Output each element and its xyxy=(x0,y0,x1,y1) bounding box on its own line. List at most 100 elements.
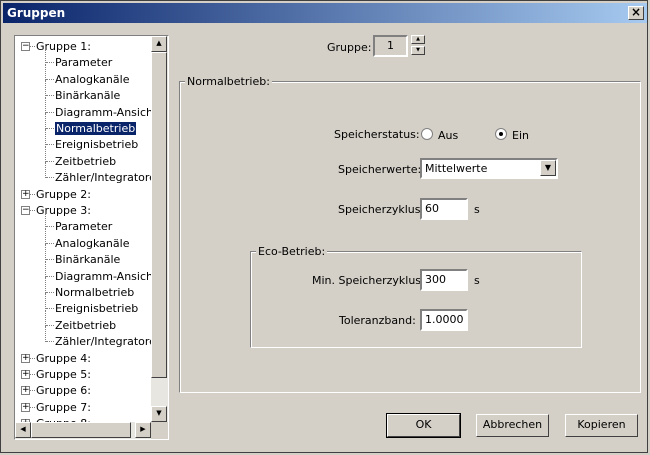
tree-item-label: Parameter xyxy=(55,56,113,69)
scroll-corner xyxy=(151,422,168,439)
copy-button[interactable]: Kopieren xyxy=(565,414,638,437)
speicherwerte-label: Speicherwerte: xyxy=(338,163,422,176)
radio-aus-label[interactable]: Aus xyxy=(438,129,458,142)
expand-icon[interactable]: + xyxy=(21,386,30,395)
scroll-thumb[interactable] xyxy=(151,52,167,378)
tree-connector xyxy=(30,407,35,408)
tree-connector xyxy=(46,62,54,63)
radio-aus[interactable] xyxy=(421,128,433,140)
collapse-icon[interactable]: − xyxy=(21,42,30,51)
tree-item-label: Zeitbetrieb xyxy=(55,155,117,168)
tree-group-item[interactable]: Gruppe 5: xyxy=(36,367,91,383)
tree-child-item[interactable]: Normalbetrieb xyxy=(55,121,137,137)
tree-connector xyxy=(46,276,54,277)
tree-child-item[interactable]: Parameter xyxy=(55,55,112,71)
tree-connector xyxy=(46,325,54,326)
radio-ein[interactable] xyxy=(495,128,507,140)
tree-item-label: Zeitbetrieb xyxy=(55,319,117,332)
tree-child-item[interactable]: Zeitbetrieb xyxy=(55,154,116,170)
tree-child-item[interactable]: Diagramm-Ansicht xyxy=(55,105,151,121)
group-tree[interactable]: − Gruppe 1: Parameter Analogkanäle Binärkanä… xyxy=(14,35,169,440)
tree-item-label: Ereignisbetrieb xyxy=(55,138,139,151)
tree-group-item[interactable]: Gruppe 7: xyxy=(36,400,91,416)
cancel-button[interactable]: Abbrechen xyxy=(476,414,549,437)
tree-connector xyxy=(30,390,35,391)
close-icon: × xyxy=(630,5,642,19)
tree-child-item[interactable]: Binärkanäle xyxy=(55,88,120,104)
tree-connector xyxy=(46,308,54,309)
tree-connector xyxy=(45,277,46,293)
expand-icon[interactable]: + xyxy=(21,190,30,199)
scroll-up-button[interactable]: ▲ xyxy=(151,36,167,52)
expand-icon[interactable]: + xyxy=(21,354,30,363)
tree-item-label: Gruppe 7: xyxy=(36,401,91,414)
tree-child-item[interactable]: Zähler/Integratoren xyxy=(55,170,151,186)
tree-item-label: Zähler/Integratoren xyxy=(55,335,151,348)
tree-group-item[interactable]: Gruppe 4: xyxy=(36,351,91,367)
normalbetrieb-title: Normalbetrieb: xyxy=(185,75,272,88)
gruppen-dialog: Gruppen × − Gruppe 1: Parameter Analogkanäl… xyxy=(0,0,648,453)
scroll-down-button[interactable]: ▼ xyxy=(151,406,167,422)
tree-item-label: Gruppe 5: xyxy=(36,368,91,381)
speicherzyklus-unit: s xyxy=(474,203,480,216)
tree-connector xyxy=(46,128,54,129)
tree-connector xyxy=(45,162,46,178)
tree-child-item[interactable]: Normalbetrieb xyxy=(55,285,134,301)
gruppe-spinner-value[interactable]: 1 xyxy=(373,35,408,57)
close-button[interactable]: × xyxy=(628,6,644,20)
tree-connector xyxy=(45,80,46,96)
tree-child-item[interactable]: Zeitbetrieb xyxy=(55,318,116,334)
tree-child-item[interactable]: Diagramm-Ansicht xyxy=(55,269,151,285)
tree-item-label: Diagramm-Ansicht xyxy=(55,270,151,283)
tree-item-label: Normalbetrieb xyxy=(55,286,135,299)
eco-betrieb-title: Eco-Betrieb: xyxy=(256,245,328,258)
tree-connector xyxy=(45,293,46,309)
expand-icon[interactable]: + xyxy=(21,370,30,379)
tree-child-item[interactable]: Binärkanäle xyxy=(55,252,120,268)
min-speicherzyklus-input[interactable]: 300 xyxy=(420,269,468,291)
tree-child-item[interactable]: Zähler/Integratoren xyxy=(55,334,151,350)
tree-group-item[interactable]: Gruppe 6: xyxy=(36,383,91,399)
scroll-left-button[interactable]: ◀ xyxy=(15,422,31,438)
tree-connector xyxy=(45,310,46,326)
eco-betrieb-group xyxy=(250,251,582,348)
window-title: Gruppen xyxy=(7,6,66,20)
tree-child-item[interactable]: Ereignisbetrieb xyxy=(55,137,138,153)
tree-connector xyxy=(45,211,46,227)
vertical-scrollbar[interactable]: ▲ ▼ xyxy=(151,36,168,422)
tree-child-item[interactable]: Analogkanäle xyxy=(55,236,129,252)
tree-item-label: Gruppe 4: xyxy=(36,352,91,365)
tree-connector xyxy=(45,326,46,342)
tree-item-label: Binärkanäle xyxy=(55,253,121,266)
toleranzband-input[interactable]: 1.0000 xyxy=(420,309,468,331)
tree-group-item[interactable]: Gruppe 2: xyxy=(36,187,91,203)
horizontal-scrollbar[interactable]: ◀ ▶ xyxy=(15,422,151,439)
tree-child-item[interactable]: Analogkanäle xyxy=(55,72,129,88)
speicherwerte-dropdown[interactable]: Mittelwerte ▼ xyxy=(420,158,558,179)
chevron-down-icon[interactable]: ▼ xyxy=(540,160,556,176)
speicherzyklus-input[interactable]: 60 xyxy=(420,198,468,220)
tree-connector xyxy=(46,79,54,80)
tree-child-item[interactable]: Parameter xyxy=(55,219,112,235)
title-bar[interactable]: Gruppen × xyxy=(3,3,647,23)
spin-down-button[interactable]: ▼ xyxy=(411,46,425,55)
radio-ein-label[interactable]: Ein xyxy=(512,129,529,142)
tree-connector xyxy=(46,95,54,96)
toleranzband-label: Toleranzband: xyxy=(339,314,416,327)
spin-up-button[interactable]: ▲ xyxy=(411,35,425,44)
tree-connector xyxy=(45,113,46,129)
speicherstatus-label: Speicherstatus: xyxy=(334,128,420,141)
tree-connector xyxy=(30,358,35,359)
scroll-right-button[interactable]: ▶ xyxy=(135,422,151,438)
hscroll-thumb[interactable] xyxy=(31,422,131,438)
gruppe-label: Gruppe: xyxy=(327,41,372,54)
tree-item-label: Parameter xyxy=(55,220,113,233)
tree-connector xyxy=(45,228,46,244)
tree-connector xyxy=(30,210,35,211)
ok-button[interactable]: OK xyxy=(386,413,461,438)
collapse-icon[interactable]: − xyxy=(21,206,30,215)
expand-icon[interactable]: + xyxy=(21,403,30,412)
tree-items: − Gruppe 1: Parameter Analogkanäle Binärkanä… xyxy=(15,36,151,422)
tree-child-item[interactable]: Ereignisbetrieb xyxy=(55,301,138,317)
tree-item-label: Diagramm-Ansicht xyxy=(55,106,151,119)
